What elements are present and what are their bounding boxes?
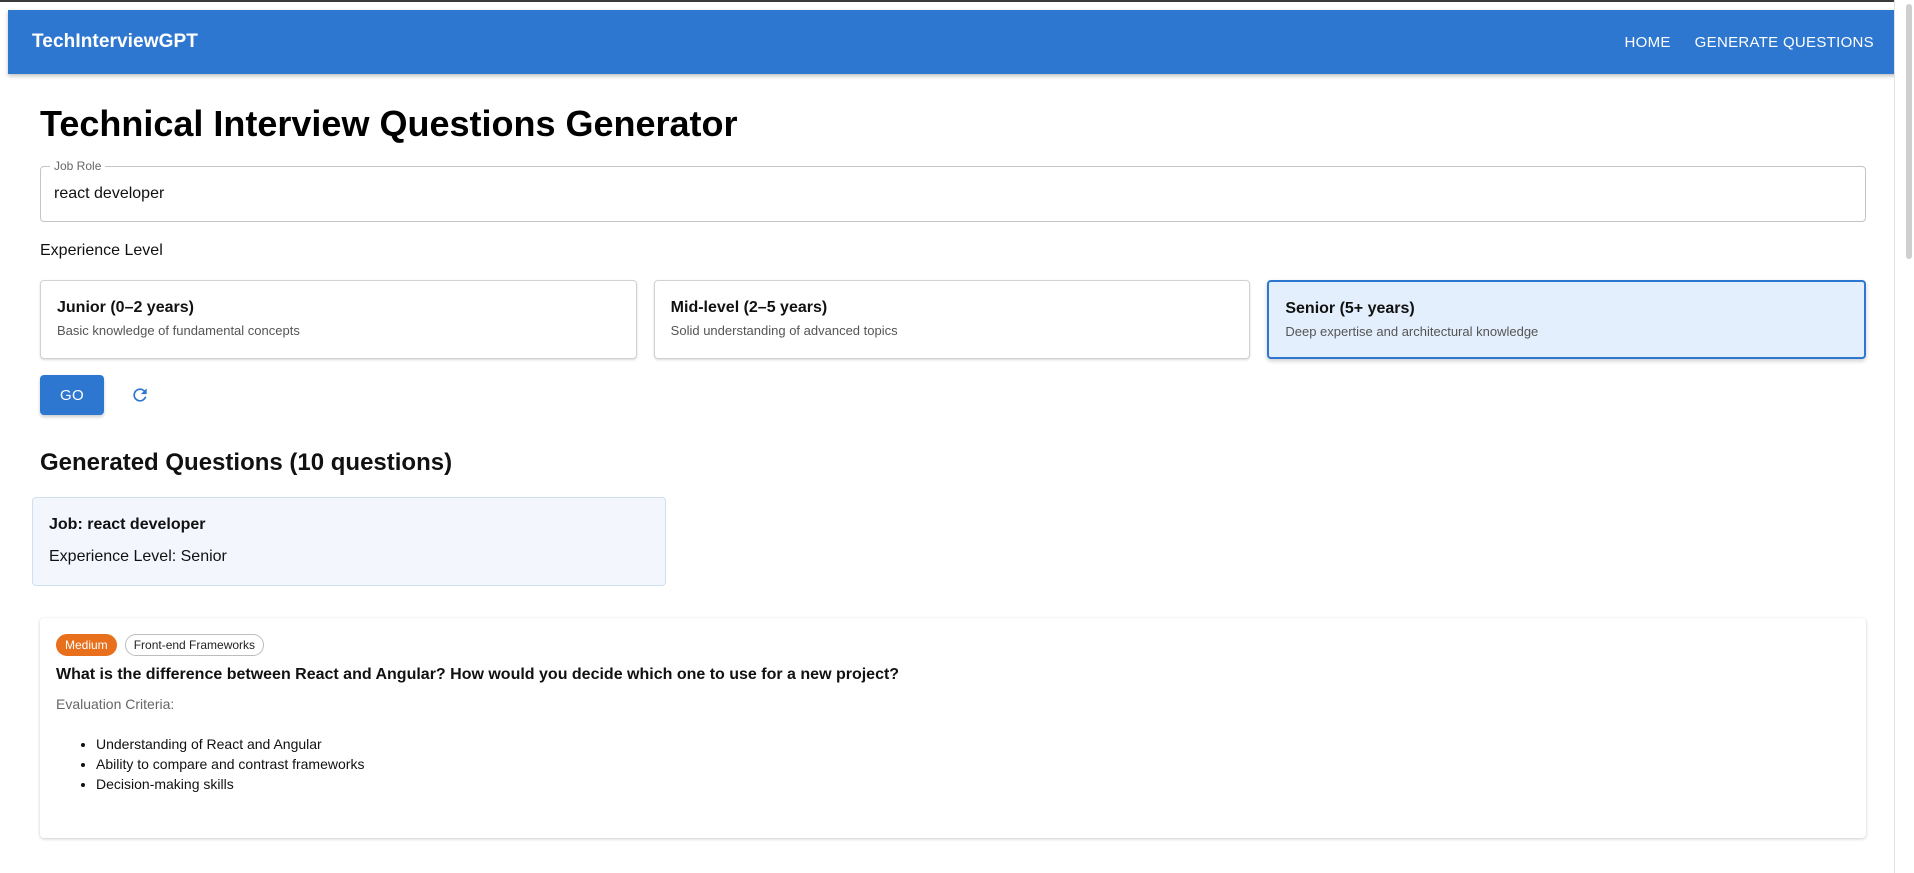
level-card-mid[interactable]: Mid-level (2–5 years) Solid understandin…: [653, 280, 1251, 359]
refresh-icon[interactable]: [130, 385, 150, 405]
criteria-item: Decision-making skills: [96, 774, 1850, 794]
form-actions: GO: [40, 375, 1866, 415]
job-role-label: Job Role: [50, 159, 106, 173]
level-title: Mid-level (2–5 years): [670, 299, 828, 316]
evaluation-criteria-list: Understanding of React and Angular Abili…: [56, 734, 1850, 794]
evaluation-criteria-label: Evaluation Criteria:: [56, 696, 175, 712]
level-description: Solid understanding of advanced topics: [670, 323, 898, 338]
generated-questions-heading: Generated Questions (10 questions): [40, 449, 453, 476]
level-title: Junior (0–2 years): [57, 299, 194, 316]
summary-job: Job: react developer: [49, 516, 206, 533]
level-title: Senior (5+ years): [1285, 300, 1415, 317]
experience-level-options: Junior (0–2 years) Basic knowledge of fu…: [40, 280, 1867, 359]
window-top-edge: [0, 0, 1914, 10]
go-button[interactable]: GO: [40, 375, 104, 415]
summary-experience-level: Experience Level: Senior: [49, 548, 227, 565]
main-content: Technical Interview Questions Generator …: [32, 74, 1867, 838]
level-description: Basic knowledge of fundamental concepts: [57, 323, 300, 338]
question-tags: Medium Front-end Frameworks: [56, 634, 1850, 656]
job-role-input[interactable]: [41, 167, 1865, 221]
difficulty-chip: Medium: [56, 634, 117, 656]
page-title: Technical Interview Questions Generator: [40, 103, 738, 144]
top-nav: HOME GENERATE QUESTIONS: [1624, 34, 1874, 51]
criteria-item: Understanding of React and Angular: [96, 734, 1850, 754]
job-role-field: Job Role: [40, 159, 1866, 222]
page-scrollbar[interactable]: [1894, 0, 1914, 873]
question-text: What is the difference between React and…: [56, 666, 900, 683]
nav-generate-questions-link[interactable]: GENERATE QUESTIONS: [1695, 34, 1874, 51]
question-card: Medium Front-end Frameworks What is the …: [40, 618, 1866, 838]
nav-home-link[interactable]: HOME: [1624, 34, 1670, 51]
results-summary-card: Job: react developer Experience Level: S…: [32, 497, 666, 586]
level-card-senior[interactable]: Senior (5+ years) Deep expertise and arc…: [1267, 280, 1867, 359]
level-description: Deep expertise and architectural knowled…: [1285, 324, 1539, 339]
scrollbar-thumb[interactable]: [1906, 4, 1912, 259]
experience-level-label: Experience Level: [40, 242, 163, 259]
criteria-item: Ability to compare and contrast framewor…: [96, 754, 1850, 774]
brand-logo-text[interactable]: TechInterviewGPT: [32, 31, 198, 53]
topic-chip: Front-end Frameworks: [124, 634, 265, 656]
level-card-junior[interactable]: Junior (0–2 years) Basic knowledge of fu…: [40, 280, 637, 359]
app-bar: TechInterviewGPT HOME GENERATE QUESTIONS: [8, 10, 1898, 74]
